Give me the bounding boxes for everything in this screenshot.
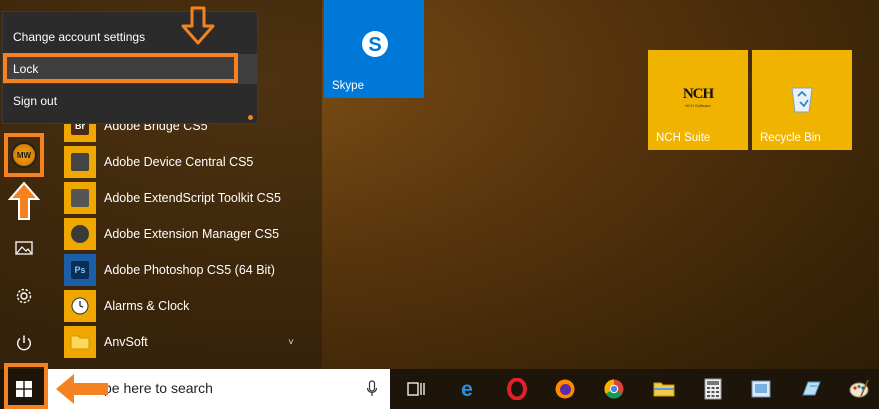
list-item[interactable]: AnvSoft ˅: [64, 324, 314, 360]
app-label: Adobe Device Central CS5: [104, 155, 254, 169]
photoshop-icon: Ps: [64, 254, 96, 286]
svg-text:S: S: [368, 34, 381, 56]
user-avatar: MW: [11, 142, 37, 168]
image-viewer-button[interactable]: [745, 373, 777, 405]
chrome-button[interactable]: [598, 373, 630, 405]
app-label: Adobe Extension Manager CS5: [104, 227, 280, 241]
list-item[interactable]: Alarms & Clock: [64, 288, 314, 324]
nch-logo-subtext: NCH Software: [685, 103, 711, 108]
alarm-clock-icon: [64, 290, 96, 322]
search-placeholder: pe here to search: [104, 380, 213, 396]
pictures-button[interactable]: [0, 226, 48, 270]
change-account-settings-item[interactable]: Change account settings: [3, 22, 257, 52]
sign-out-item[interactable]: Sign out: [3, 86, 257, 116]
tile-label: NCH Suite: [656, 132, 711, 144]
svg-text:e: e: [461, 378, 473, 400]
gear-icon: [16, 288, 32, 304]
power-button[interactable]: [0, 321, 48, 365]
task-view-icon: [407, 382, 425, 396]
list-item[interactable]: Adobe Extension Manager CS5: [64, 216, 314, 252]
user-account-button[interactable]: MW: [0, 133, 48, 177]
nch-suite-tile[interactable]: NCH NCH Software NCH Suite: [648, 50, 748, 150]
microphone-icon[interactable]: [366, 380, 378, 398]
edge-icon: e: [461, 378, 473, 400]
calculator-button[interactable]: [697, 373, 729, 405]
tile-label: Recycle Bin: [760, 132, 821, 144]
lock-item[interactable]: Lock: [3, 54, 257, 84]
paint-button[interactable]: [843, 373, 875, 405]
calculator-icon: [704, 378, 722, 400]
nch-icon: NCH NCH Software: [680, 86, 716, 108]
sticky-app-button[interactable]: [795, 373, 827, 405]
account-menu-popup: Change account settings Lock Sign out: [2, 11, 258, 124]
app-label: Alarms & Clock: [104, 299, 190, 313]
windows-logo-icon: [16, 381, 32, 397]
task-view-button[interactable]: [400, 373, 432, 405]
file-explorer-icon: [653, 382, 675, 397]
recycle-bin-icon: [791, 87, 813, 113]
search-input[interactable]: pe here to search: [48, 369, 390, 409]
power-icon: [17, 335, 31, 351]
chrome-icon: [604, 379, 624, 399]
paint-palette-icon: [849, 379, 869, 398]
notes-app-icon: [802, 381, 821, 396]
nch-logo-text: NCH: [682, 86, 714, 102]
skype-icon: S: [362, 31, 388, 57]
file-explorer-button[interactable]: [648, 373, 680, 405]
list-item[interactable]: Ps Adobe Photoshop CS5 (64 Bit): [64, 252, 314, 288]
app-label: AnvSoft: [104, 335, 148, 349]
tile-label: Skype: [332, 80, 364, 92]
resize-dot: [248, 115, 253, 120]
device-central-icon: [64, 146, 96, 178]
opera-button[interactable]: [501, 373, 533, 405]
list-item[interactable]: Adobe ExtendScript Toolkit CS5: [64, 180, 314, 216]
app-label: Adobe ExtendScript Toolkit CS5: [104, 191, 281, 205]
recycle-bin-tile[interactable]: Recycle Bin: [752, 50, 852, 150]
chevron-down-icon[interactable]: ˅: [288, 337, 294, 348]
folder-icon: [64, 326, 96, 358]
firefox-icon: [555, 379, 575, 399]
firefox-button[interactable]: [549, 373, 581, 405]
list-item[interactable]: Adobe Device Central CS5: [64, 144, 314, 180]
edge-button[interactable]: e: [451, 373, 483, 405]
extendscript-icon: [64, 182, 96, 214]
settings-button[interactable]: [0, 274, 48, 318]
extension-manager-icon: [64, 218, 96, 250]
opera-icon: [507, 378, 527, 400]
pictures-icon: [15, 241, 33, 255]
image-viewer-icon: [751, 380, 771, 398]
taskbar: pe here to search e: [0, 369, 879, 409]
app-label: Adobe Photoshop CS5 (64 Bit): [104, 263, 275, 277]
skype-tile[interactable]: S Skype: [324, 0, 424, 98]
photoshop-glyph: Ps: [71, 261, 89, 279]
start-button[interactable]: [0, 369, 48, 409]
